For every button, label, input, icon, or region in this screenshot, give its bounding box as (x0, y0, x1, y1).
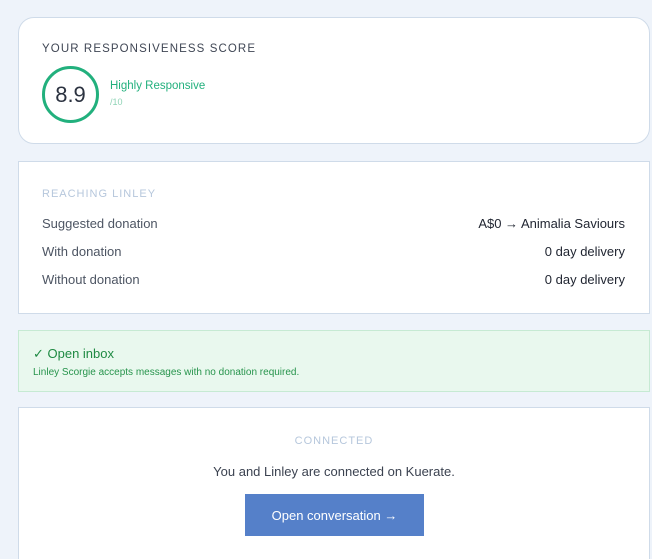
connected-text: You and Linley are connected on Kuerate. (213, 464, 455, 479)
row-label: Without donation (42, 272, 140, 287)
suggested-donation-row: Suggested donation A$0 → Animalia Saviou… (42, 216, 625, 231)
reaching-card: REACHING LINLEY Suggested donation A$0 →… (18, 161, 650, 314)
open-inbox-notice: ✓ Open inbox Linley Scorgie accepts mess… (18, 330, 650, 392)
connected-title: CONNECTED (294, 435, 374, 447)
open-conversation-button[interactable]: Open conversation → (245, 494, 424, 536)
inbox-title: ✓ Open inbox (33, 346, 114, 361)
with-donation-row: With donation 0 day delivery (42, 244, 625, 259)
score-title: YOUR RESPONSIVENESS SCORE (42, 43, 257, 55)
responsiveness-score-card: YOUR RESPONSIVENESS SCORE 8.9 Highly Res… (18, 17, 650, 144)
connected-card: CONNECTED You and Linley are connected o… (18, 407, 650, 559)
score-label: Highly Responsive (110, 80, 206, 92)
score-circle: 8.9 (42, 66, 99, 123)
score-out-of: /10 (110, 97, 123, 107)
row-value: 0 day delivery (544, 272, 625, 287)
row-value: A$0 → Animalia Saviours (478, 216, 625, 231)
reaching-title: REACHING LINLEY (42, 188, 157, 200)
row-label: Suggested donation (42, 216, 158, 231)
row-label: With donation (42, 244, 122, 259)
row-value: 0 day delivery (544, 244, 625, 259)
inbox-description: Linley Scorgie accepts messages with no … (33, 367, 300, 378)
without-donation-row: Without donation 0 day delivery (42, 272, 625, 287)
